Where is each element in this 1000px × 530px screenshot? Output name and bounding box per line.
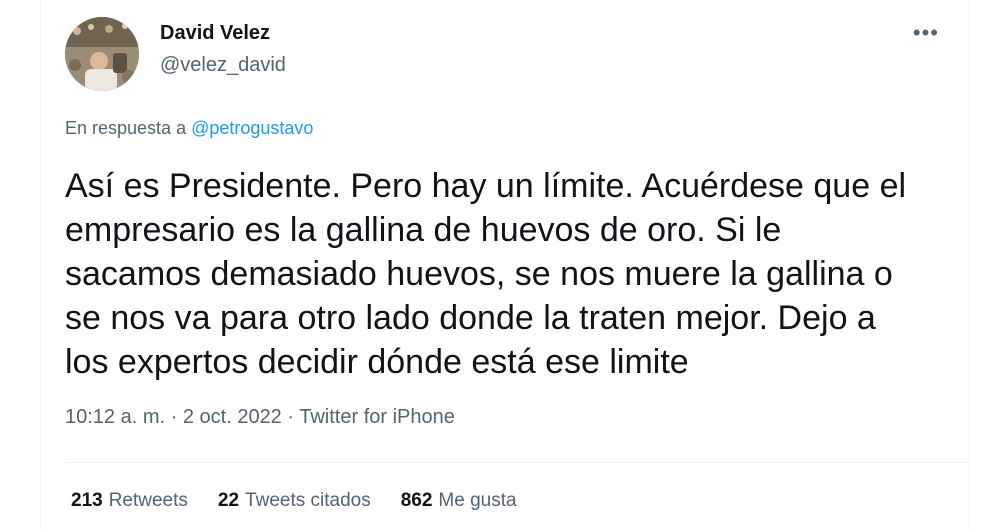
- meta-separator: ·: [170, 406, 183, 428]
- tweet-meta: 10:12 a. m. · 2 oct. 2022 · Twitter for …: [65, 406, 455, 429]
- likes-label: Me gusta: [438, 490, 517, 511]
- reply-prefix: En respuesta a: [65, 118, 187, 138]
- likes-count: 862: [400, 490, 433, 511]
- tweet-source[interactable]: Twitter for iPhone: [299, 406, 455, 428]
- tweet-stats: 213 Retweets 22 Tweets citados 862 Me gusta: [71, 490, 517, 512]
- tweet-card: David Velez @velez_david ••• En respuest…: [40, 0, 970, 530]
- tweet-text-line: empresario es la gallina de huevos de or…: [65, 211, 782, 249]
- quotes-count: 22: [217, 490, 240, 511]
- divider: [65, 462, 969, 463]
- author-name[interactable]: David Velez: [160, 22, 270, 45]
- tweet-text-line: se nos va para otro lado donde la traten…: [65, 299, 876, 337]
- tweet-text: Así es Presidente. Pero hay un límite. A…: [65, 164, 945, 384]
- tweet-text-line: los expertos decidir dónde está ese limi…: [65, 343, 689, 381]
- tweet-text-line: sacamos demasiado huevos, se nos muere l…: [65, 255, 893, 293]
- retweets-count: 213: [71, 490, 103, 511]
- tweet-time[interactable]: 10:12 a. m.: [65, 406, 165, 428]
- author-handle[interactable]: @velez_david: [160, 54, 286, 77]
- more-options-icon[interactable]: •••: [913, 20, 939, 46]
- reply-mention-link[interactable]: @petrogustavo: [191, 118, 313, 138]
- quotes-stat[interactable]: 22 Tweets citados: [218, 490, 371, 512]
- tweet-text-line: Así es Presidente. Pero hay un límite. A…: [65, 167, 907, 205]
- meta-separator: ·: [287, 406, 300, 428]
- likes-stat[interactable]: 862 Me gusta: [401, 490, 517, 512]
- quotes-label: Tweets citados: [245, 490, 371, 511]
- tweet-date[interactable]: 2 oct. 2022: [183, 406, 282, 428]
- retweets-label: Retweets: [108, 490, 188, 511]
- avatar[interactable]: [65, 17, 139, 91]
- reply-context: En respuesta a @petrogustavo: [65, 118, 313, 139]
- avatar-photo-icon: [65, 17, 139, 91]
- retweets-stat[interactable]: 213 Retweets: [71, 490, 188, 512]
